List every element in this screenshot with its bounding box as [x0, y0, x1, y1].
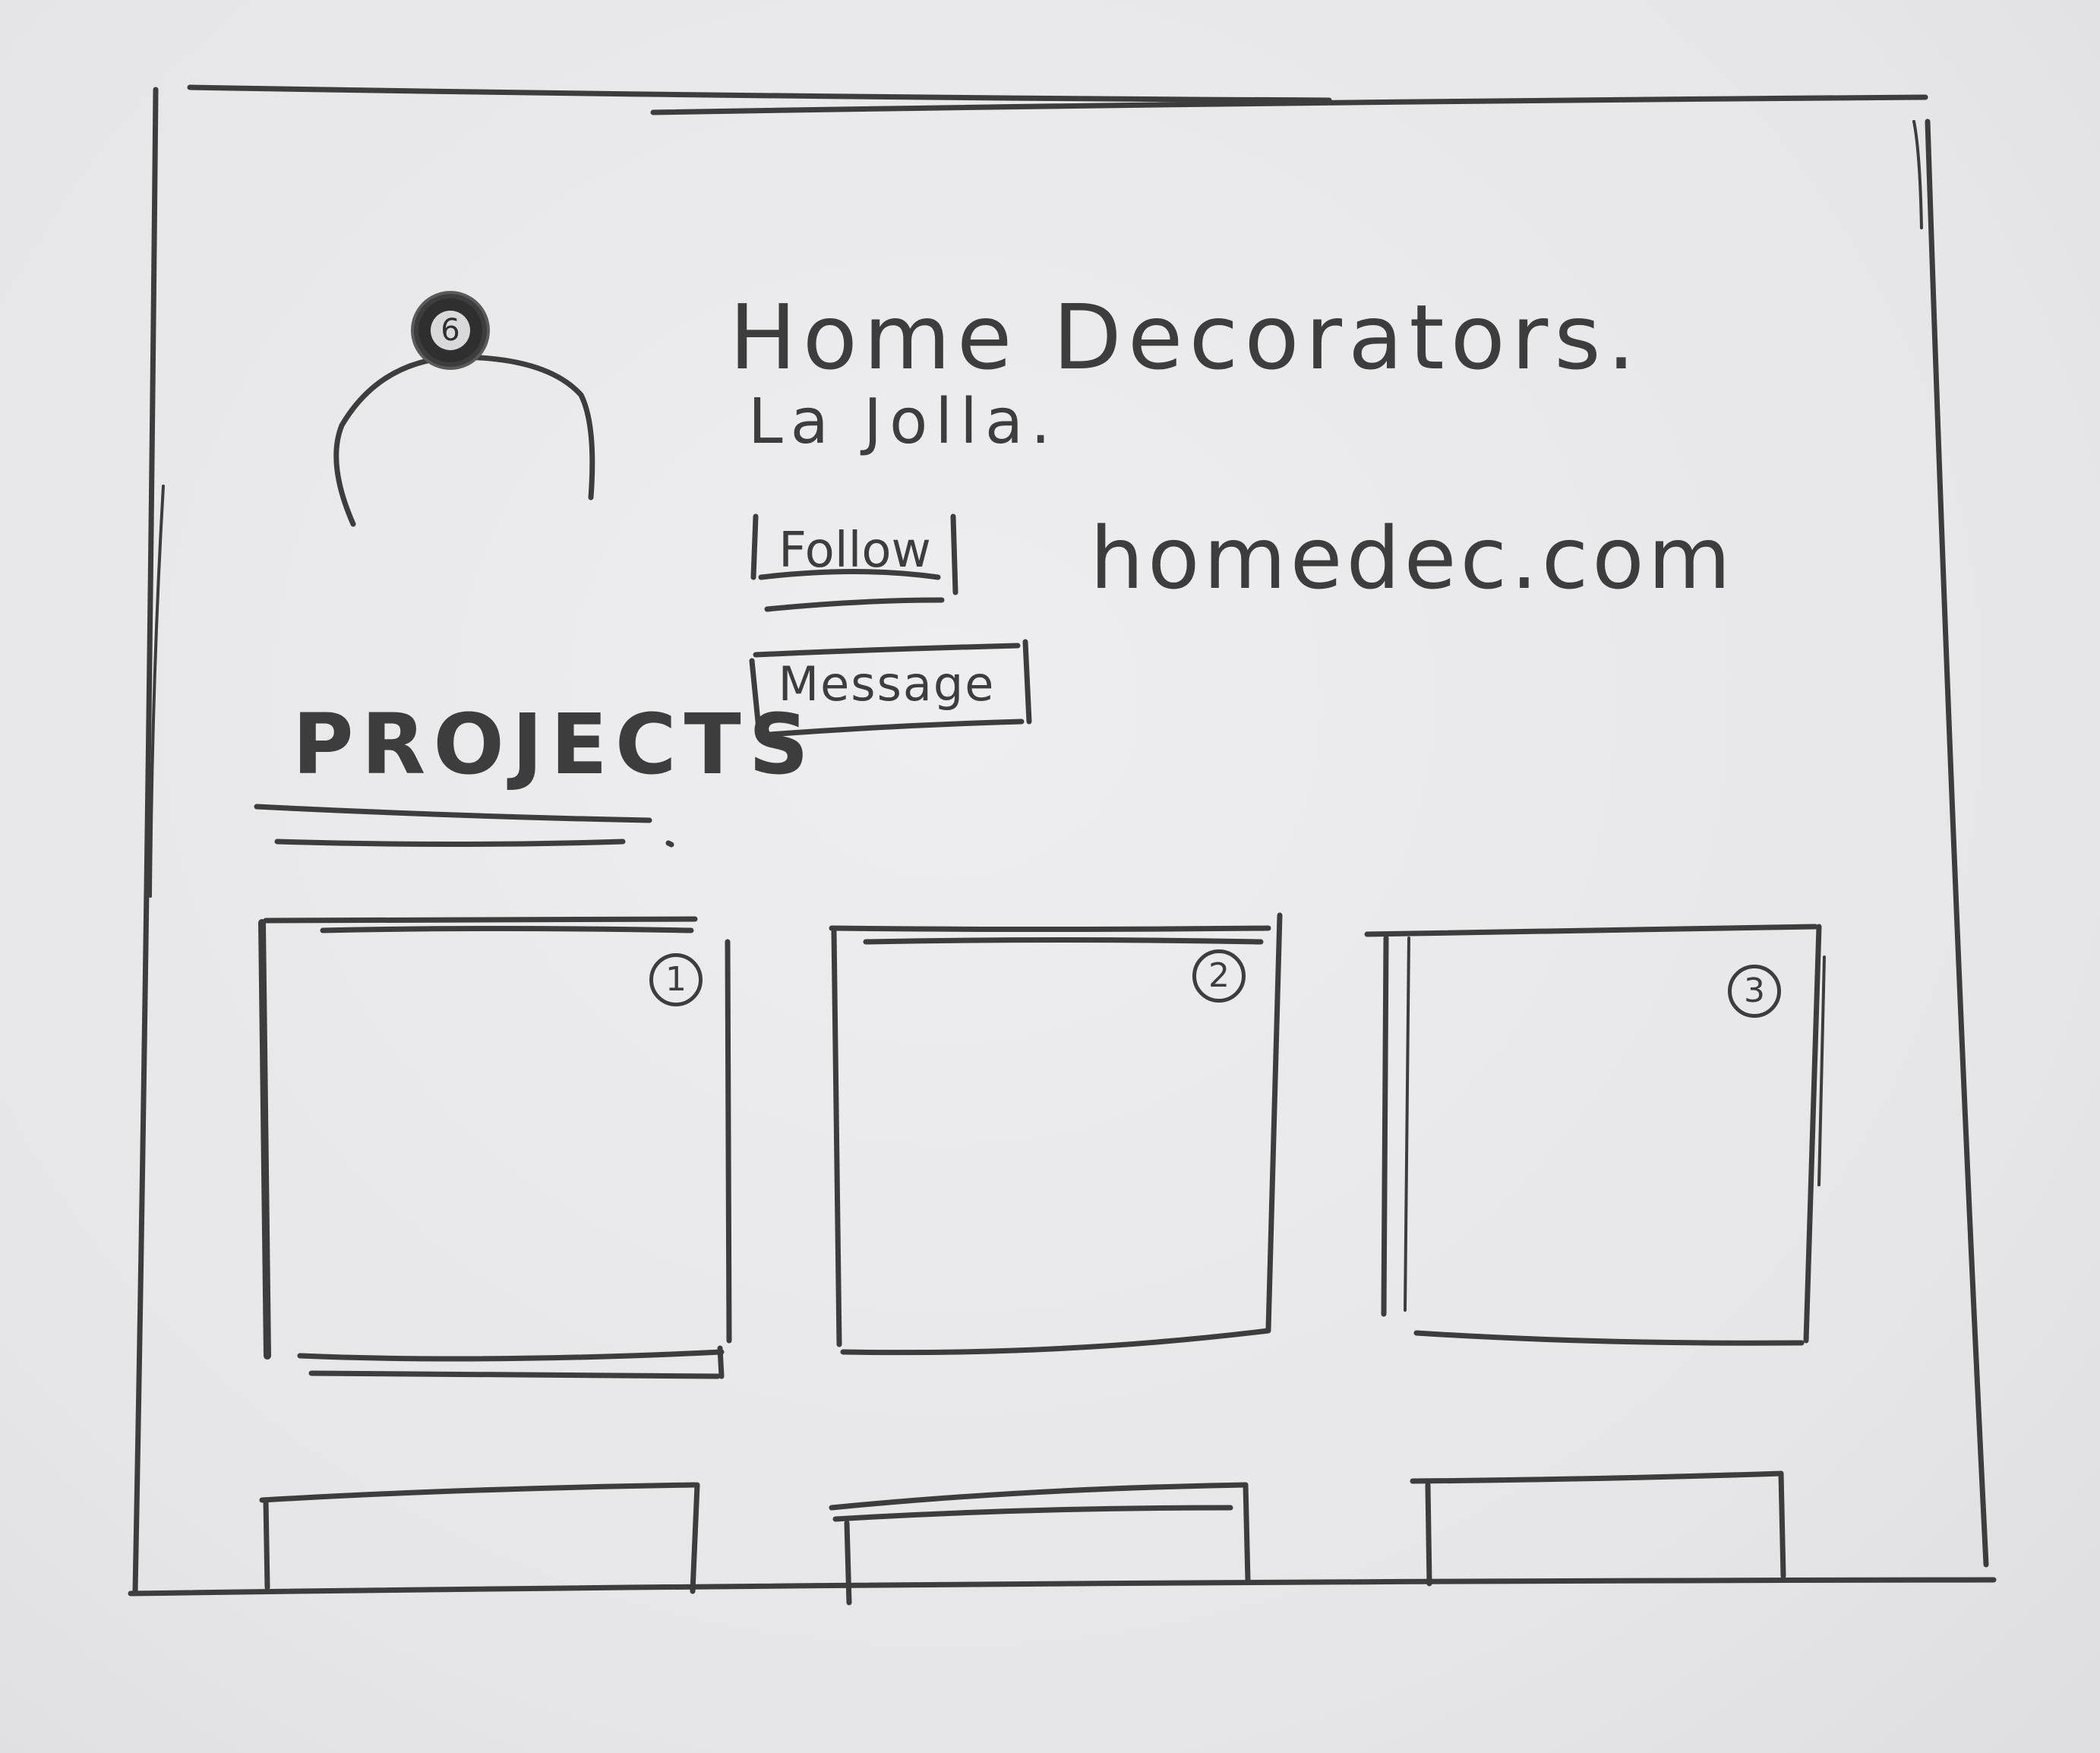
website-link[interactable]: homedec.com: [1090, 516, 1735, 602]
project-card-1[interactable]: 1: [258, 919, 737, 1367]
notification-badge: 6: [414, 294, 487, 367]
notification-count: 6: [441, 313, 460, 348]
project-caption-1[interactable]: [262, 1481, 699, 1595]
project-number-badge-3: 3: [1728, 965, 1781, 1018]
project-caption-3[interactable]: [1424, 1470, 1781, 1584]
projects-heading: PROJECTS: [292, 696, 816, 793]
avatar[interactable]: 6: [410, 283, 501, 374]
project-number-badge-1: 1: [649, 953, 703, 1006]
profile-location: La Jolla.: [748, 386, 1059, 458]
project-number-badge-2: 2: [1192, 949, 1246, 1003]
project-card-3[interactable]: 3: [1378, 923, 1823, 1352]
avatar-outline: [333, 354, 595, 527]
projects-underline: [254, 804, 674, 848]
project-caption-2[interactable]: [847, 1485, 1249, 1595]
profile-name: Home Decorators.: [729, 285, 1642, 390]
follow-button[interactable]: Follow: [750, 505, 959, 596]
project-card-2[interactable]: 2: [828, 915, 1280, 1363]
